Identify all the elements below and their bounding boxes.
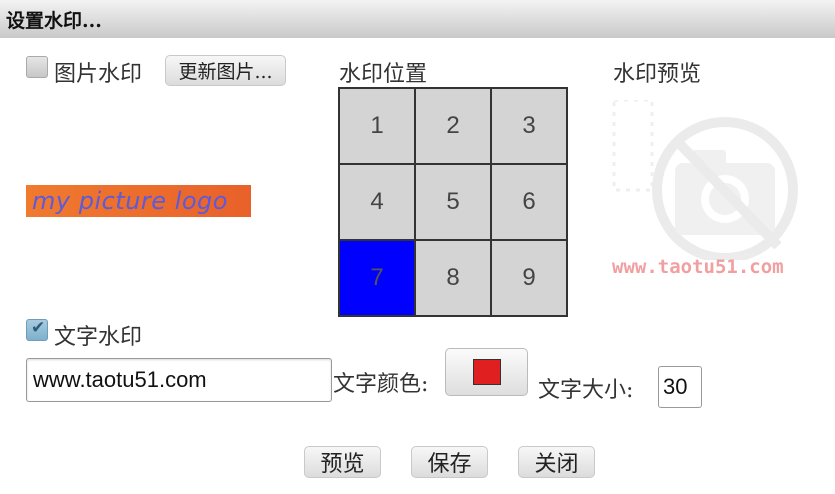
text-watermark-checkbox[interactable]: ✔ [26, 318, 48, 341]
text-color-label: 文字颜色: [333, 372, 429, 397]
position-cell-2[interactable]: 2 [416, 89, 490, 163]
position-label: 水印位置 [339, 62, 428, 87]
watermark-preview: www.taotu51.com [612, 98, 822, 290]
position-grid: 1 2 3 4 5 6 7 8 9 [338, 87, 568, 317]
update-image-button[interactable]: 更新图片... [165, 55, 286, 86]
position-cell-1[interactable]: 1 [340, 89, 414, 163]
no-camera-icon [612, 98, 798, 263]
text-color-button[interactable] [445, 348, 528, 396]
save-button[interactable]: 保存 [411, 446, 488, 478]
position-cell-7[interactable]: 7 [340, 241, 414, 315]
preview-label: 水印预览 [613, 62, 702, 87]
position-cell-8[interactable]: 8 [416, 241, 490, 315]
position-cell-5[interactable]: 5 [416, 165, 490, 239]
color-swatch [473, 359, 501, 385]
preview-button[interactable]: 预览 [304, 446, 381, 478]
position-cell-4[interactable]: 4 [340, 165, 414, 239]
text-size-label: 文字大小: [538, 378, 634, 403]
dialog-titlebar: 设置水印... [0, 0, 835, 38]
position-cell-3[interactable]: 3 [492, 89, 566, 163]
position-cell-9[interactable]: 9 [492, 241, 566, 315]
position-cell-6[interactable]: 6 [492, 165, 566, 239]
image-watermark-checkbox[interactable] [26, 56, 48, 78]
dialog-title: 设置水印... [6, 10, 102, 32]
text-watermark-label: 文字水印 [54, 325, 143, 350]
text-size-input[interactable] [658, 366, 702, 408]
checkmark-icon: ✔ [31, 318, 46, 338]
close-button[interactable]: 关闭 [518, 446, 595, 478]
image-watermark-label: 图片水印 [54, 62, 143, 87]
watermark-text-input[interactable] [26, 358, 332, 402]
watermark-logo-image: my picture logo [26, 185, 251, 217]
preview-watermark-text: www.taotu51.com [612, 256, 784, 278]
